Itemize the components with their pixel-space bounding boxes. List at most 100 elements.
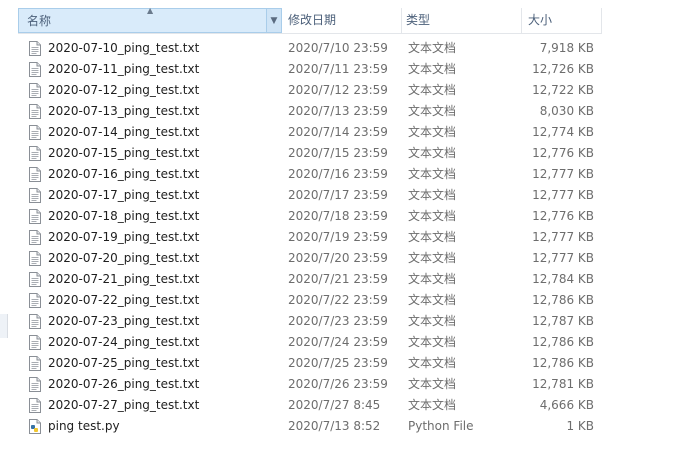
file-row[interactable]: 2020-07-12_ping_test.txt 2020/7/12 23:59…	[18, 80, 602, 101]
file-name: 2020-07-19_ping_test.txt	[48, 230, 200, 244]
file-row[interactable]: 2020-07-14_ping_test.txt 2020/7/14 23:59…	[18, 122, 602, 143]
file-modified-date: 2020/7/12 23:59	[288, 83, 388, 97]
file-row[interactable]: 2020-07-19_ping_test.txt 2020/7/19 23:59…	[18, 227, 602, 248]
column-header-type[interactable]: 类型	[402, 8, 522, 33]
file-type: 文本文档	[408, 83, 457, 97]
file-type: 文本文档	[408, 293, 457, 307]
file-row[interactable]: 2020-07-22_ping_test.txt 2020/7/22 23:59…	[18, 290, 602, 311]
file-row[interactable]: 2020-07-23_ping_test.txt 2020/7/23 23:59…	[18, 311, 602, 332]
column-header-date-label: 修改日期	[288, 13, 337, 27]
file-row[interactable]: 2020-07-10_ping_test.txt 2020/7/10 23:59…	[18, 38, 602, 59]
file-size: 12,786 KB	[532, 335, 594, 349]
file-type: 文本文档	[408, 209, 457, 223]
text-file-icon	[29, 83, 41, 98]
file-modified-date: 2020/7/24 23:59	[288, 335, 388, 349]
text-file-icon	[29, 209, 41, 224]
file-type: 文本文档	[408, 167, 457, 181]
file-modified-date: 2020/7/25 23:59	[288, 356, 388, 370]
column-header-name[interactable]: ▲ 名称	[18, 6, 282, 33]
column-header-size[interactable]: 大小	[522, 8, 602, 33]
file-size: 12,787 KB	[532, 314, 594, 328]
file-size: 12,726 KB	[532, 62, 594, 76]
file-type: 文本文档	[408, 188, 457, 202]
file-modified-date: 2020/7/11 23:59	[288, 62, 388, 76]
file-modified-date: 2020/7/16 23:59	[288, 167, 388, 181]
file-size: 12,777 KB	[532, 230, 594, 244]
file-name: 2020-07-26_ping_test.txt	[48, 377, 200, 391]
text-file-icon	[29, 125, 41, 140]
file-modified-date: 2020/7/10 23:59	[288, 41, 388, 55]
text-file-icon	[29, 167, 41, 182]
file-modified-date: 2020/7/22 23:59	[288, 293, 388, 307]
file-type: 文本文档	[408, 356, 457, 370]
file-name: 2020-07-14_ping_test.txt	[48, 125, 200, 139]
file-type: 文本文档	[408, 335, 457, 349]
column-filter-dropdown-button[interactable]: ▼	[266, 8, 282, 33]
file-name: 2020-07-22_ping_test.txt	[48, 293, 200, 307]
file-type: 文本文档	[408, 251, 457, 265]
text-file-icon	[29, 314, 41, 329]
file-size: 12,777 KB	[532, 167, 594, 181]
column-header-bar: ▲ 名称 ▼ 修改日期 类型 大小	[18, 6, 602, 34]
file-row[interactable]: 2020-07-17_ping_test.txt 2020/7/17 23:59…	[18, 185, 602, 206]
column-header-date[interactable]: 修改日期	[282, 8, 402, 33]
file-modified-date: 2020/7/27 8:45	[288, 398, 381, 412]
file-row[interactable]: 2020-07-24_ping_test.txt 2020/7/24 23:59…	[18, 332, 602, 353]
file-modified-date: 2020/7/19 23:59	[288, 230, 388, 244]
sort-ascending-icon: ▲	[147, 6, 154, 15]
file-name: 2020-07-24_ping_test.txt	[48, 335, 200, 349]
file-size: 7,918 KB	[539, 41, 594, 55]
file-type: 文本文档	[408, 398, 457, 412]
file-row[interactable]: 2020-07-18_ping_test.txt 2020/7/18 23:59…	[18, 206, 602, 227]
column-header-type-label: 类型	[406, 13, 431, 27]
column-header-size-label: 大小	[528, 13, 553, 27]
file-size: 12,777 KB	[532, 251, 594, 265]
file-modified-date: 2020/7/21 23:59	[288, 272, 388, 286]
file-row[interactable]: 2020-07-16_ping_test.txt 2020/7/16 23:59…	[18, 164, 602, 185]
file-size: 12,722 KB	[532, 83, 594, 97]
file-type: 文本文档	[408, 377, 457, 391]
file-name: 2020-07-17_ping_test.txt	[48, 188, 200, 202]
file-size: 12,774 KB	[532, 125, 594, 139]
file-row[interactable]: 2020-07-11_ping_test.txt 2020/7/11 23:59…	[18, 59, 602, 80]
text-file-icon	[29, 335, 41, 350]
file-modified-date: 2020/7/17 23:59	[288, 188, 388, 202]
file-size: 12,777 KB	[532, 188, 594, 202]
file-type: 文本文档	[408, 272, 457, 286]
file-row[interactable]: 2020-07-13_ping_test.txt 2020/7/13 23:59…	[18, 101, 602, 122]
file-size: 12,786 KB	[532, 356, 594, 370]
column-header-name-label: 名称	[27, 14, 52, 28]
file-name: 2020-07-16_ping_test.txt	[48, 167, 200, 181]
file-name: 2020-07-13_ping_test.txt	[48, 104, 200, 118]
file-size: 12,776 KB	[532, 209, 594, 223]
file-modified-date: 2020/7/20 23:59	[288, 251, 388, 265]
file-name: ping test.py	[48, 419, 120, 433]
text-file-icon	[29, 188, 41, 203]
file-type: 文本文档	[408, 62, 457, 76]
file-modified-date: 2020/7/13 8:52	[288, 419, 381, 433]
file-name: 2020-07-12_ping_test.txt	[48, 83, 200, 97]
text-file-icon	[29, 272, 41, 287]
file-row[interactable]: 2020-07-21_ping_test.txt 2020/7/21 23:59…	[18, 269, 602, 290]
file-modified-date: 2020/7/15 23:59	[288, 146, 388, 160]
chevron-down-icon: ▼	[270, 16, 278, 26]
file-row[interactable]: 2020-07-26_ping_test.txt 2020/7/26 23:59…	[18, 374, 602, 395]
file-row[interactable]: 2020-07-25_ping_test.txt 2020/7/25 23:59…	[18, 353, 602, 374]
file-rows: 2020-07-10_ping_test.txt 2020/7/10 23:59…	[18, 38, 602, 437]
file-name: 2020-07-18_ping_test.txt	[48, 209, 200, 223]
file-name: 2020-07-25_ping_test.txt	[48, 356, 200, 370]
file-row[interactable]: 2020-07-20_ping_test.txt 2020/7/20 23:59…	[18, 248, 602, 269]
file-type: 文本文档	[408, 41, 457, 55]
file-row[interactable]: 2020-07-27_ping_test.txt 2020/7/27 8:45 …	[18, 395, 602, 416]
navigation-pane-edge	[0, 314, 8, 338]
text-file-icon	[29, 293, 41, 308]
file-row[interactable]: 2020-07-15_ping_test.txt 2020/7/15 23:59…	[18, 143, 602, 164]
file-name: 2020-07-11_ping_test.txt	[48, 62, 200, 76]
file-size: 12,786 KB	[532, 293, 594, 307]
file-type: 文本文档	[408, 125, 457, 139]
file-size: 8,030 KB	[539, 104, 594, 118]
file-row[interactable]: ping test.py 2020/7/13 8:52 Python File …	[18, 416, 602, 437]
file-list-view[interactable]: ▲ 名称 ▼ 修改日期 类型 大小 2020-07-10_ping_test.t…	[18, 6, 602, 437]
file-type: Python File	[408, 419, 474, 433]
file-modified-date: 2020/7/23 23:59	[288, 314, 388, 328]
